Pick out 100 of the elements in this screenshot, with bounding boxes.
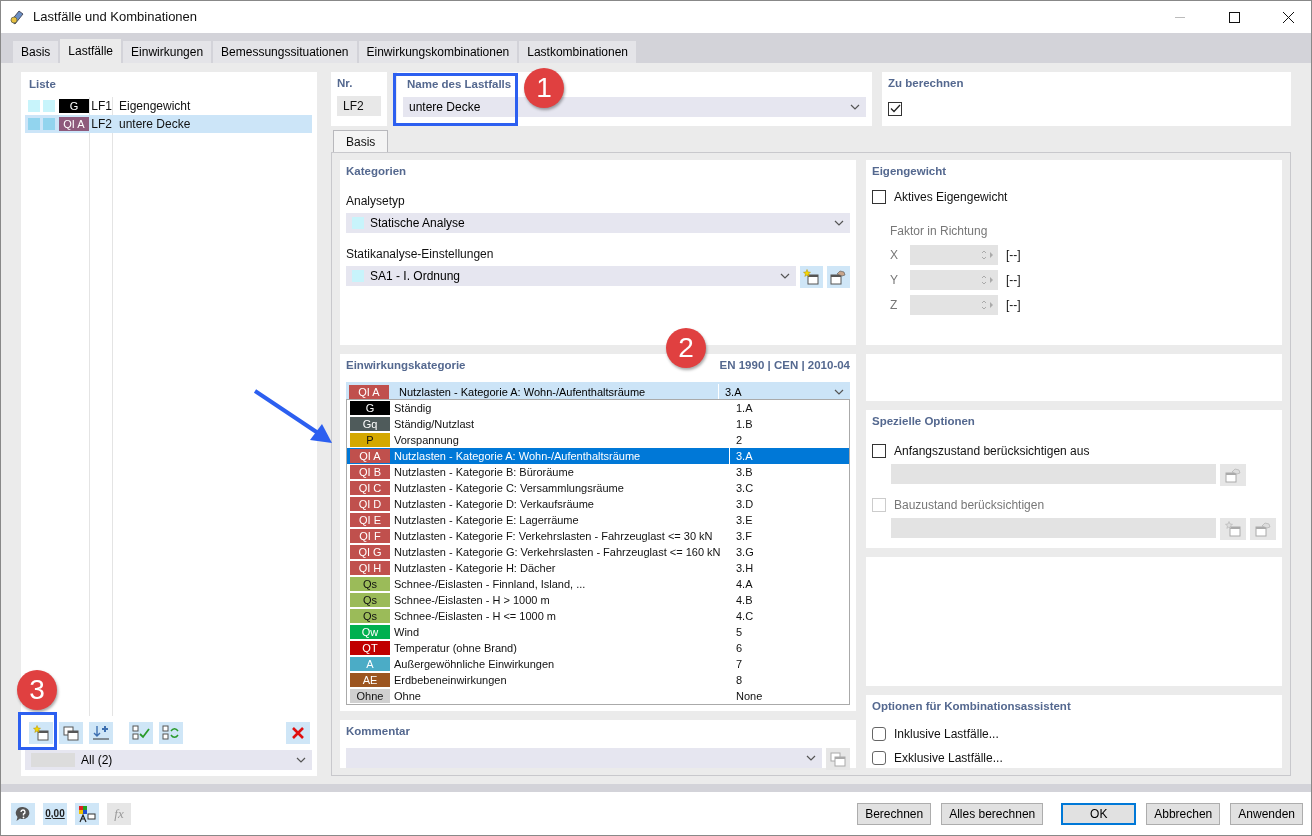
new-window-icon <box>1225 521 1241 538</box>
checkbox[interactable] <box>872 751 886 766</box>
dialog-button[interactable]: Anwenden <box>1230 802 1303 825</box>
panel-heading: Optionen für Kombinationsassistent <box>872 699 1072 714</box>
category-tag: QI E <box>350 513 390 527</box>
dropdown-option[interactable]: QI A Nutzlasten - Kategorie A: Wohn-/Aufenthaltsräume 3.A <box>347 448 849 464</box>
renumber-button[interactable] <box>89 722 113 744</box>
delete-icon <box>291 726 305 740</box>
swatch-icon <box>28 118 40 131</box>
dropdown-option[interactable]: Qw Wind 5 <box>347 624 849 640</box>
dropdown-option[interactable]: Qs Schnee-/Eislasten - H <= 1000 m 4.C <box>347 608 849 624</box>
dialog-button[interactable]: Berechnen <box>857 802 932 825</box>
dropdown-option[interactable]: G Ständig 1.A <box>347 400 849 416</box>
unit-label: [--] <box>1006 296 1021 314</box>
category-tag: QI A <box>350 449 390 463</box>
category-tag: AE <box>350 673 390 687</box>
dropdown-option[interactable]: QI E Nutzlasten - Kategorie E: Lagerräume 3.E <box>347 512 849 528</box>
color-legend-icon <box>78 804 96 823</box>
swatch-icon <box>28 100 40 113</box>
new-button[interactable] <box>29 722 53 744</box>
dropdown-option[interactable]: QI B Nutzlasten - Kategorie B: Büroräume 3.B <box>347 464 849 480</box>
caret-icon <box>834 220 844 227</box>
tab[interactable]: Basis <box>333 130 389 153</box>
unit-label: [--] <box>1006 271 1021 289</box>
category-tag: QI G <box>350 545 390 559</box>
dropdown-option[interactable]: QI F Nutzlasten - Kategorie F: Verkehrslasten - Fahrzeuglast <= 30 kN 3.F <box>347 528 849 544</box>
help-button[interactable] <box>11 802 35 825</box>
dropdown-option[interactable]: Qs Schnee-/Eislasten - H > 1000 m 4.B <box>347 592 849 608</box>
category-tag: Qs <box>350 593 390 607</box>
dropdown-option[interactable]: Ohne Ohne None <box>347 688 849 704</box>
spin-field[interactable] <box>910 294 998 315</box>
dropdown-option[interactable]: A Außergewöhnliche Einwirkungen 7 <box>347 656 849 672</box>
library-icon <box>829 751 846 768</box>
dropdown-option[interactable]: Qs Schnee-/Eislasten - Finnland, Island, ... 4.A <box>347 576 849 592</box>
unit-label: [--] <box>1006 246 1021 264</box>
settings-dropdown[interactable]: SA1 - I. Ordnung <box>346 266 796 287</box>
new-button[interactable] <box>799 266 823 289</box>
checkbox[interactable] <box>872 727 886 742</box>
dialog-button[interactable]: Alles berechnen <box>941 802 1044 825</box>
axis-label: Y <box>890 271 899 289</box>
copy-button[interactable] <box>59 722 83 744</box>
input-field[interactable] <box>891 464 1216 485</box>
field-label: Name des Lastfalls <box>406 77 512 92</box>
swatch-icon <box>43 100 55 113</box>
dropdown-option[interactable]: P Vorspannung 2 <box>347 432 849 448</box>
list-item[interactable]: G LF1 Eigengewicht <box>25 97 312 116</box>
checkbox-label: Aktives Eigengewicht <box>894 189 1008 207</box>
caret-icon <box>779 273 790 280</box>
tab[interactable]: Bemessungssituationen <box>213 41 357 63</box>
field-label: Statikanalyse-Einstellungen <box>346 246 495 264</box>
dropdown-option[interactable]: QI G Nutzlasten - Kategorie G: Verkehrslasten - Fahrzeuglast <= 160 kN 3.G <box>347 544 849 560</box>
panel-heading: Kategorien <box>346 164 408 179</box>
tab[interactable]: Einwirkungskombinationen <box>358 41 518 63</box>
dropdown-option[interactable]: AE Erdbebeneinwirkungen 8 <box>347 672 849 688</box>
comment-library-button[interactable] <box>825 748 850 771</box>
tab[interactable]: Lastfälle <box>60 39 122 63</box>
edit-button[interactable] <box>826 266 850 289</box>
toggle-button[interactable] <box>159 722 183 744</box>
dropdown-option[interactable]: QI C Nutzlasten - Kategorie C: Versammlungsräume 3.C <box>347 480 849 496</box>
checkbox-label: Inklusive Lastfälle... <box>894 726 999 744</box>
category-tag: Gq <box>350 417 390 431</box>
colors-button[interactable] <box>75 802 99 825</box>
category-tag: P <box>350 433 390 447</box>
analysis-type-dropdown[interactable]: Statische Analyse <box>346 213 850 234</box>
window-title: Lastfälle und Kombinationen <box>33 8 199 27</box>
category-tag: QI F <box>350 529 390 543</box>
dropdown-option[interactable]: Gq Ständig/Nutzlast 1.B <box>347 416 849 432</box>
highlight-frame <box>18 712 57 750</box>
panel-heading: Liste <box>28 77 57 92</box>
check-all-button[interactable] <box>129 722 153 744</box>
checkbox[interactable] <box>888 101 902 116</box>
category-tag: QI A <box>349 384 389 399</box>
list-item[interactable]: QI A LF2 untere Decke <box>25 115 312 134</box>
filter-dropdown[interactable]: All (2) <box>25 750 312 770</box>
category-tag: A <box>350 657 390 671</box>
swatch-icon <box>43 118 55 131</box>
edit-window-icon <box>830 269 847 286</box>
caret-icon <box>850 104 860 111</box>
tab[interactable]: Basis <box>13 41 59 63</box>
tab[interactable]: Lastkombinationen <box>519 41 636 63</box>
tab[interactable]: Einwirkungen <box>123 41 212 63</box>
spin-field[interactable] <box>910 269 998 290</box>
checkbox-label: Bauzustand berücksichtigen <box>894 497 1045 515</box>
delete-button[interactable] <box>286 722 310 744</box>
spin-field[interactable] <box>910 244 998 265</box>
input-field[interactable] <box>891 518 1216 539</box>
name-combobox[interactable]: untere Decke <box>403 97 866 118</box>
dialog-button[interactable]: Abbrechen <box>1146 802 1221 825</box>
dropdown-option[interactable]: QT Temperatur (ohne Brand) 6 <box>347 640 849 656</box>
category-tag: QI D <box>350 497 390 511</box>
swatch-icon <box>352 217 364 230</box>
dropdown-option[interactable]: QI D Nutzlasten - Kategorie D: Verkaufsräume 3.D <box>347 496 849 512</box>
decimals-button[interactable]: 0,00 <box>43 802 67 825</box>
caret-icon <box>805 755 816 762</box>
new-window-icon <box>33 725 49 741</box>
dialog-button[interactable]: OK <box>1061 802 1137 825</box>
dropdown-option[interactable]: QI H Nutzlasten - Kategorie H: Dächer 3.H <box>347 560 849 576</box>
category-tag: QT <box>350 641 390 655</box>
spinner-icon <box>980 273 994 286</box>
checkbox[interactable] <box>872 444 886 459</box>
